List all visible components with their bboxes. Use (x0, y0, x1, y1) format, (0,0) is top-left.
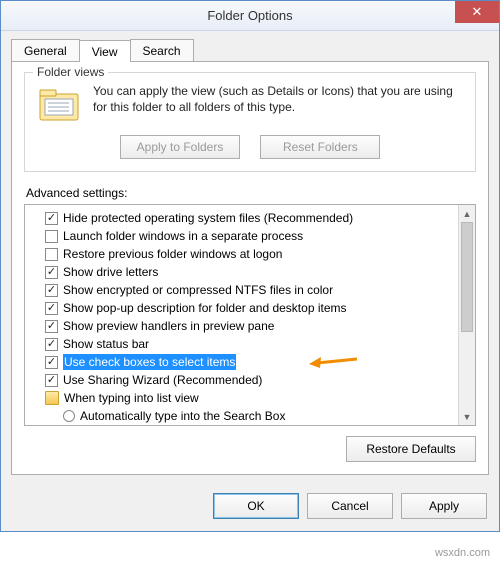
close-icon[interactable]: ✕ (455, 1, 499, 23)
cancel-button[interactable]: Cancel (307, 493, 393, 519)
checkbox-icon[interactable] (45, 284, 58, 297)
apply-to-folders-button[interactable]: Apply to Folders (120, 135, 241, 159)
radio-icon[interactable] (63, 410, 75, 422)
folder-options-window: Folder Options ✕ General View Search Fol… (0, 0, 500, 532)
item-label: Automatically type into the Search Box (80, 408, 285, 424)
folder-icon (45, 391, 59, 405)
restore-defaults-button[interactable]: Restore Defaults (346, 436, 476, 462)
checkbox-icon[interactable] (45, 266, 58, 279)
item-show-preview-handlers[interactable]: Show preview handlers in preview pane (31, 317, 456, 335)
item-label: Show encrypted or compressed NTFS files … (63, 282, 333, 298)
reset-folders-button[interactable]: Reset Folders (260, 135, 380, 159)
item-show-popup[interactable]: Show pop-up description for folder and d… (31, 299, 456, 317)
item-when-typing[interactable]: When typing into list view (31, 389, 456, 407)
watermark: wsxdn.com (435, 547, 490, 559)
item-launch-separate[interactable]: Launch folder windows in a separate proc… (31, 227, 456, 245)
tab-general[interactable]: General (11, 39, 80, 61)
folder-views-label: Folder views (33, 65, 108, 79)
folder-views-description: You can apply the view (such as Details … (93, 83, 465, 125)
item-label: Use Sharing Wizard (Recommended) (63, 372, 262, 388)
window-title: Folder Options (207, 8, 292, 23)
annotation-arrow-icon (307, 353, 359, 369)
item-use-checkboxes[interactable]: Use check boxes to select items (31, 353, 456, 371)
item-label: Show drive letters (63, 264, 158, 280)
checkbox-icon[interactable] (45, 230, 58, 243)
advanced-settings-label: Advanced settings: (26, 186, 476, 200)
checkbox-icon[interactable] (45, 248, 58, 261)
folder-views-icon (35, 83, 83, 125)
checkbox-icon[interactable] (45, 302, 58, 315)
item-use-sharing-wizard[interactable]: Use Sharing Wizard (Recommended) (31, 371, 456, 389)
view-panel: Folder views You can apply the view (suc… (11, 61, 489, 475)
tree-viewport: Hide protected operating system files (R… (25, 205, 458, 425)
item-label: Use check boxes to select items (63, 354, 236, 370)
checkbox-icon[interactable] (45, 320, 58, 333)
tab-view[interactable]: View (79, 40, 131, 62)
tab-search[interactable]: Search (130, 39, 194, 61)
advanced-settings-tree: Hide protected operating system files (R… (24, 204, 476, 426)
item-label: Show pop-up description for folder and d… (63, 300, 347, 316)
item-show-drive-letters[interactable]: Show drive letters (31, 263, 456, 281)
checkbox-icon[interactable] (45, 356, 58, 369)
checkbox-icon[interactable] (45, 212, 58, 225)
item-label: Restore previous folder windows at logon (63, 246, 282, 262)
checkbox-icon[interactable] (45, 374, 58, 387)
tab-strip: General View Search (1, 31, 499, 61)
item-label: Hide protected operating system files (R… (63, 210, 353, 226)
dialog-buttons: OK Cancel Apply (1, 485, 499, 531)
checkbox-icon[interactable] (45, 338, 58, 351)
item-label: When typing into list view (64, 390, 199, 406)
folder-views-group: Folder views You can apply the view (suc… (24, 72, 476, 172)
item-label: Launch folder windows in a separate proc… (63, 228, 303, 244)
item-label: Show preview handlers in preview pane (63, 318, 274, 334)
ok-button[interactable]: OK (213, 493, 299, 519)
scroll-thumb[interactable] (461, 222, 473, 332)
tree-scrollbar[interactable]: ▲ ▼ (458, 205, 475, 425)
item-show-encrypted-color[interactable]: Show encrypted or compressed NTFS files … (31, 281, 456, 299)
item-restore-previous[interactable]: Restore previous folder windows at logon (31, 245, 456, 263)
titlebar: Folder Options ✕ (1, 1, 499, 31)
item-show-status-bar[interactable]: Show status bar (31, 335, 456, 353)
item-auto-type-search[interactable]: Automatically type into the Search Box (31, 407, 456, 425)
apply-button[interactable]: Apply (401, 493, 487, 519)
scroll-track[interactable] (459, 222, 475, 408)
item-label: Show status bar (63, 336, 149, 352)
item-hide-os-files[interactable]: Hide protected operating system files (R… (31, 209, 456, 227)
scroll-down-icon[interactable]: ▼ (459, 408, 475, 425)
scroll-up-icon[interactable]: ▲ (459, 205, 475, 222)
